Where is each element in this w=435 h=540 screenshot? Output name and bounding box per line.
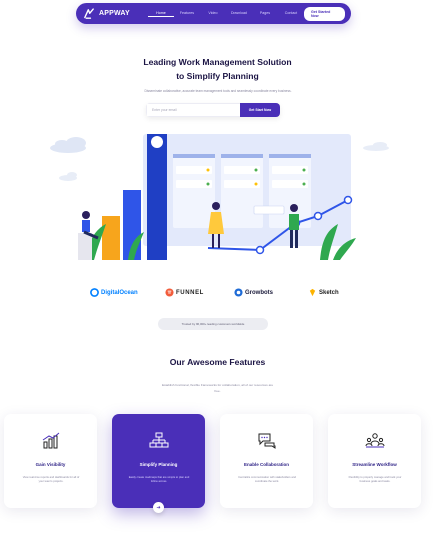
partner-sketch[interactable]: Sketch bbox=[308, 288, 339, 297]
get-started-button[interactable]: Get Started Now bbox=[303, 6, 345, 21]
menu-item-video[interactable]: Video bbox=[200, 11, 226, 17]
partner-name: Growbots bbox=[245, 289, 273, 296]
feature-card-simplify-planning[interactable]: Simplify Planning Easily create roadmaps… bbox=[112, 414, 205, 513]
feature-card-desc: Centralize communication with stakeholde… bbox=[238, 476, 296, 484]
partner-growbots[interactable]: Growbots bbox=[234, 288, 273, 297]
email-input[interactable]: Enter your email bbox=[146, 103, 240, 117]
sketch-icon bbox=[309, 288, 316, 297]
hero-title: Leading Work Management Solution to Simp… bbox=[0, 55, 435, 83]
signup-form: Enter your email Get Start Now bbox=[146, 103, 280, 117]
feature-card-desc: Flexibility to properly manage and track… bbox=[348, 476, 402, 484]
hero-subtitle: Disseminate collaborative, accurate team… bbox=[144, 89, 292, 93]
top-navbar: APPWAY Home Features Video Download Page… bbox=[76, 3, 351, 24]
digitalocean-icon bbox=[90, 288, 99, 297]
main-menu: Home Features Video Download Pages Conta… bbox=[147, 11, 304, 17]
partner-digitalocean[interactable]: DigitalOcean bbox=[90, 288, 138, 297]
hierarchy-icon bbox=[149, 432, 169, 448]
menu-item-contact[interactable]: Contact bbox=[278, 11, 304, 17]
funnel-icon bbox=[165, 288, 174, 297]
cloud-small bbox=[59, 172, 77, 181]
menu-item-download[interactable]: Download bbox=[226, 11, 252, 17]
feature-card-title: Gain Visibility bbox=[35, 462, 66, 467]
hero-illustration bbox=[50, 134, 389, 260]
partner-funnel[interactable]: FUNNEL bbox=[165, 288, 204, 297]
cloud-left bbox=[50, 137, 86, 153]
logo-icon bbox=[84, 7, 94, 19]
chart-icon bbox=[42, 432, 60, 449]
orange-bar bbox=[102, 216, 120, 260]
blue-bar-tall bbox=[147, 134, 167, 260]
feature-card-title: Streamline Workflow bbox=[352, 462, 397, 467]
partner-name: Sketch bbox=[319, 289, 339, 296]
feature-card-desc: View real-time reports and dashboards fo… bbox=[22, 476, 80, 484]
menu-item-home[interactable]: Home bbox=[147, 11, 174, 17]
partner-name: DigitalOcean bbox=[101, 289, 138, 296]
logo[interactable]: APPWAY bbox=[82, 7, 142, 21]
menu-item-pages[interactable]: Pages bbox=[252, 11, 278, 17]
hero-title-line2: to Simplify Planning bbox=[176, 71, 259, 81]
arrow-right-icon[interactable]: ➜ bbox=[153, 502, 164, 513]
menu-item-features[interactable]: Features bbox=[174, 11, 200, 17]
feature-card-title: Simplify Planning bbox=[139, 462, 178, 467]
feature-card-streamline-workflow[interactable]: Streamline Workflow Flexibility to prope… bbox=[328, 414, 421, 508]
trusted-by-badge: Trusted by 96,000+ leading customers wor… bbox=[158, 318, 268, 330]
feature-card-desc: Easily create roadmaps that are simple t… bbox=[128, 476, 190, 484]
team-icon bbox=[365, 433, 385, 448]
partner-name: FUNNEL bbox=[176, 289, 204, 296]
cloud-right bbox=[363, 142, 389, 151]
growbots-icon bbox=[234, 288, 243, 297]
feature-card-title: Enable Collaboration bbox=[243, 462, 289, 467]
partner-logos: DigitalOcean FUNNEL Growbots Sketch bbox=[0, 288, 435, 300]
feature-card-enable-collaboration[interactable]: Enable Collaboration Centralize communic… bbox=[220, 414, 313, 508]
features-subtitle: Establish functional, flexible framework… bbox=[161, 383, 274, 393]
get-start-button[interactable]: Get Start Now bbox=[240, 103, 280, 117]
logo-text: APPWAY bbox=[99, 10, 130, 17]
chat-icon bbox=[258, 433, 276, 449]
feature-card-gain-visibility[interactable]: Gain Visibility View real-time reports a… bbox=[4, 414, 97, 508]
hero-title-line1: Leading Work Management Solution bbox=[143, 57, 292, 67]
features-title: Our Awesome Features bbox=[169, 357, 266, 367]
